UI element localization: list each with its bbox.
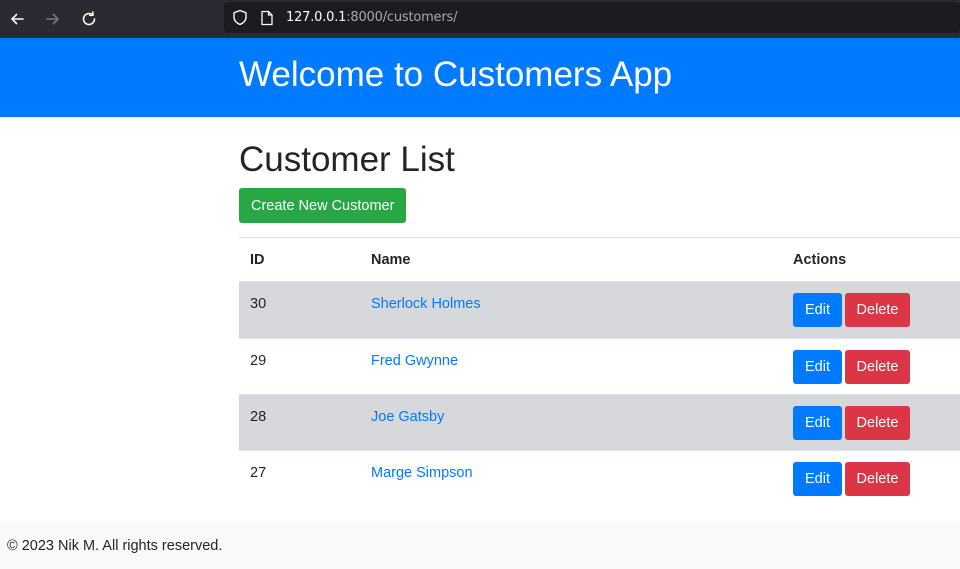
page-icon bbox=[261, 10, 273, 26]
table-row: 29 Fred Gwynne Edit Delete bbox=[239, 338, 960, 394]
back-button[interactable] bbox=[4, 6, 30, 32]
app-title: Welcome to Customers App bbox=[239, 55, 673, 94]
table-row: 28 Joe Gatsby Edit Delete bbox=[239, 394, 960, 450]
customer-name-link[interactable]: Fred Gwynne bbox=[371, 353, 458, 369]
customer-name-link[interactable]: Sherlock Holmes bbox=[371, 296, 481, 312]
customer-id: 28 bbox=[250, 409, 267, 425]
url-host: 127.0.0.1 bbox=[286, 10, 347, 25]
forward-button[interactable] bbox=[40, 6, 66, 32]
customer-name-link[interactable]: Joe Gatsby bbox=[371, 409, 444, 425]
copyright-text: © 2023 Nik M. All rights reserved. bbox=[7, 538, 223, 554]
delete-button[interactable]: Delete bbox=[845, 293, 910, 327]
delete-button[interactable]: Delete bbox=[845, 406, 910, 440]
customer-id: 30 bbox=[250, 296, 267, 312]
delete-button[interactable]: Delete bbox=[845, 462, 910, 496]
edit-button[interactable]: Edit bbox=[793, 462, 842, 496]
create-customer-button[interactable]: Create New Customer bbox=[239, 188, 407, 223]
page-footer: © 2023 Nik M. All rights reserved. bbox=[0, 521, 960, 569]
table-header: ID Name Actions bbox=[239, 237, 960, 281]
edit-button[interactable]: Edit bbox=[793, 406, 842, 440]
app-header: Welcome to Customers App bbox=[0, 38, 960, 117]
page-title: Customer List bbox=[239, 140, 455, 179]
customer-id: 27 bbox=[250, 465, 267, 481]
url-path: :8000/customers/ bbox=[346, 10, 458, 25]
reload-icon bbox=[82, 11, 96, 26]
table-row: 27 Marge Simpson Edit Delete bbox=[239, 450, 960, 507]
delete-button[interactable]: Delete bbox=[845, 350, 910, 384]
shield-icon[interactable] bbox=[232, 9, 248, 26]
edit-button[interactable]: Edit bbox=[793, 350, 842, 384]
browser-toolbar: 127.0.0.1:8000/customers/ bbox=[0, 0, 960, 38]
column-header-id: ID bbox=[250, 252, 265, 268]
back-arrow-icon bbox=[11, 13, 24, 25]
url-bar[interactable]: 127.0.0.1:8000/customers/ bbox=[224, 2, 960, 33]
forward-arrow-icon bbox=[46, 13, 59, 25]
customer-name-link[interactable]: Marge Simpson bbox=[371, 465, 473, 481]
column-header-actions: Actions bbox=[793, 252, 847, 268]
customer-id: 29 bbox=[250, 353, 267, 369]
reload-button[interactable] bbox=[76, 6, 102, 32]
column-header-name: Name bbox=[371, 252, 411, 268]
table-row: 30 Sherlock Holmes Edit Delete bbox=[239, 281, 960, 338]
url-text: 127.0.0.1:8000/customers/ bbox=[286, 10, 457, 25]
edit-button[interactable]: Edit bbox=[793, 293, 842, 327]
